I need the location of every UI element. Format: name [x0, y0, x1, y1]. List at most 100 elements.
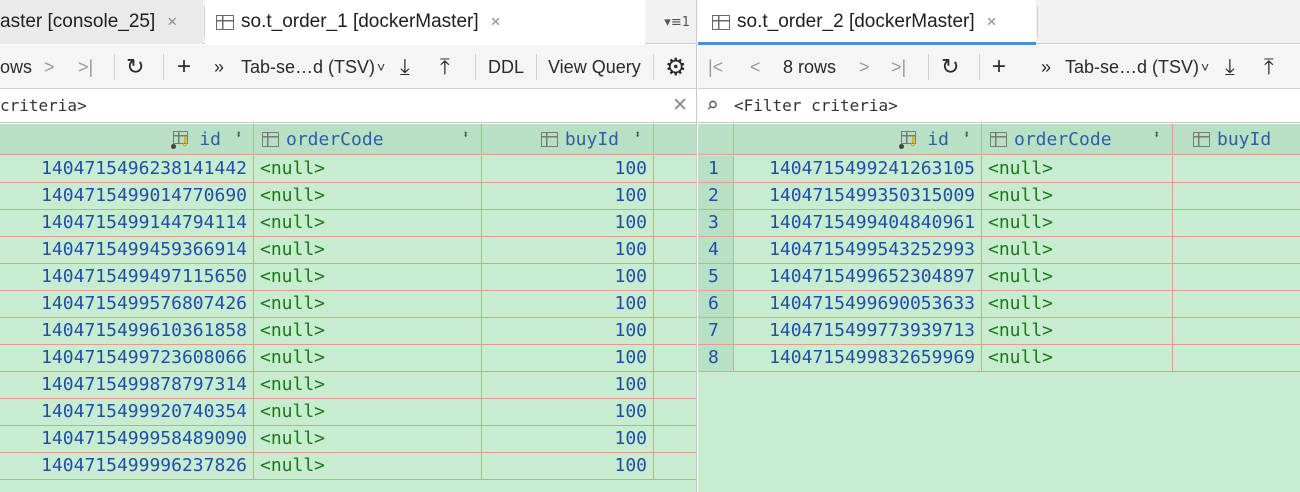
view-query-button[interactable]: View Query	[548, 45, 641, 89]
cell-ordercode[interactable]: <null>	[982, 264, 1173, 290]
cell-ordercode[interactable]: <null>	[254, 237, 482, 263]
table-row[interactable]: 1404715499144794114 <null> 100	[0, 210, 696, 237]
cell-buyid[interactable]: 100	[482, 318, 654, 344]
cell-buyid[interactable]: 100	[482, 453, 654, 479]
cell-buyid[interactable]: 10	[1173, 156, 1300, 182]
table-row[interactable]: 71404715499773939713<null>10	[698, 318, 1300, 345]
download-icon[interactable]: ⤓	[1225, 45, 1235, 89]
table-row[interactable]: 21404715499350315009<null>10	[698, 183, 1300, 210]
cell-id[interactable]: 1404715499832659969	[734, 345, 982, 371]
tab-console[interactable]: aster [console_25] ×	[0, 0, 203, 44]
upload-icon[interactable]: ⤒	[440, 45, 450, 89]
ddl-button[interactable]: DDL	[488, 45, 524, 89]
close-icon[interactable]: ×	[167, 12, 177, 32]
cell-buyid[interactable]: 10	[1173, 291, 1300, 317]
cell-id[interactable]: 1404715499690053633	[734, 291, 982, 317]
cell-buyid[interactable]: 100	[482, 426, 654, 452]
cell-id[interactable]: 1404715499404840961	[734, 210, 982, 236]
more-icon[interactable]: »	[214, 45, 224, 89]
cell-ordercode[interactable]: <null>	[254, 210, 482, 236]
cell-buyid[interactable]: 100	[482, 372, 654, 398]
more-icon[interactable]: »	[1041, 45, 1051, 89]
close-icon[interactable]: ×	[987, 12, 997, 32]
column-header-buyid[interactable]: buyId ⬍	[482, 124, 654, 155]
upload-icon[interactable]: ⤒	[1264, 45, 1274, 89]
table-row[interactable]: 1404715499459366914 <null> 100	[0, 237, 696, 264]
cell-ordercode[interactable]: <null>	[982, 183, 1173, 209]
cell-ordercode[interactable]: <null>	[254, 453, 482, 479]
table-row[interactable]: 81404715499832659969<null>10	[698, 345, 1300, 372]
sort-icon[interactable]: ⬍	[634, 129, 641, 140]
cell-buyid[interactable]: 10	[1173, 318, 1300, 344]
table-row[interactable]: 51404715499652304897<null>10	[698, 264, 1300, 291]
cell-buyid[interactable]: 100	[482, 210, 654, 236]
cell-ordercode[interactable]: <null>	[254, 183, 482, 209]
table-row[interactable]: 41404715499543252993<null>10	[698, 237, 1300, 264]
export-format-select[interactable]: Tab-se…d (TSV) ˅	[241, 45, 385, 89]
row-number[interactable]: 5	[698, 264, 734, 290]
cell-id[interactable]: 1404715499920740354	[0, 399, 254, 425]
filter-criteria-input[interactable]: criteria>	[0, 96, 87, 115]
gear-icon[interactable]: ⚙	[665, 45, 687, 89]
rows-count-label[interactable]: 8 rows	[783, 45, 836, 89]
cell-buyid[interactable]: 100	[482, 156, 654, 182]
table-row[interactable]: 1404715496238141442 <null> 100	[0, 156, 696, 183]
table-row[interactable]: 1404715499723608066 <null> 100	[0, 345, 696, 372]
cell-ordercode[interactable]: <null>	[254, 426, 482, 452]
table-row[interactable]: 1404715499497115650 <null> 100	[0, 264, 696, 291]
refresh-icon[interactable]: ↻	[126, 45, 144, 89]
cell-buyid[interactable]: 100	[482, 399, 654, 425]
cell-buyid[interactable]: 10	[1173, 237, 1300, 263]
cell-ordercode[interactable]: <null>	[254, 156, 482, 182]
cell-ordercode[interactable]: <null>	[254, 264, 482, 290]
last-page-icon[interactable]: >|	[891, 45, 906, 89]
cell-id[interactable]: 1404715499014770690	[0, 183, 254, 209]
table-row[interactable]: 1404715499610361858 <null> 100	[0, 318, 696, 345]
cell-id[interactable]: 1404715499958489090	[0, 426, 254, 452]
cell-ordercode[interactable]: <null>	[254, 372, 482, 398]
clear-filter-icon[interactable]: ✕	[672, 94, 688, 116]
cell-id[interactable]: 1404715499350315009	[734, 183, 982, 209]
cell-buyid[interactable]: 100	[482, 291, 654, 317]
row-number[interactable]: 6	[698, 291, 734, 317]
sort-icon[interactable]: ⬍	[235, 129, 242, 140]
column-header-id[interactable]: ⚷ id ⬍	[0, 124, 254, 155]
cell-id[interactable]: 1404715499459366914	[0, 237, 254, 263]
table-row[interactable]: 1404715499878797314 <null> 100	[0, 372, 696, 399]
table-row[interactable]: 1404715499996237826 <null> 100	[0, 453, 696, 480]
cell-id[interactable]: 1404715499543252993	[734, 237, 982, 263]
cell-id[interactable]: 1404715499144794114	[0, 210, 254, 236]
cell-ordercode[interactable]: <null>	[982, 156, 1173, 182]
cell-buyid[interactable]: 100	[482, 264, 654, 290]
cell-id[interactable]: 1404715499576807426	[0, 291, 254, 317]
table-row[interactable]: 11404715499241263105<null>10	[698, 156, 1300, 183]
cell-id[interactable]: 1404715499652304897	[734, 264, 982, 290]
row-number[interactable]: 1	[698, 156, 734, 182]
close-icon[interactable]: ×	[491, 12, 501, 32]
row-number[interactable]: 3	[698, 210, 734, 236]
cell-ordercode[interactable]: <null>	[982, 318, 1173, 344]
right-filter-bar[interactable]: ⌕ <Filter criteria>	[698, 90, 1300, 123]
cell-id[interactable]: 1404715499723608066	[0, 345, 254, 371]
next-page-icon[interactable]: >	[44, 45, 55, 89]
cell-buyid[interactable]: 10	[1173, 264, 1300, 290]
cell-buyid[interactable]: 10	[1173, 345, 1300, 371]
row-number[interactable]: 8	[698, 345, 734, 371]
left-filter-bar[interactable]: criteria> ✕	[0, 90, 696, 123]
cell-buyid[interactable]: 10	[1173, 210, 1300, 236]
row-number[interactable]: 7	[698, 318, 734, 344]
next-page-icon[interactable]: >	[859, 45, 870, 89]
cell-id[interactable]: 1404715499773939713	[734, 318, 982, 344]
table-row[interactable]: 1404715499920740354 <null> 100	[0, 399, 696, 426]
cell-ordercode[interactable]: <null>	[982, 291, 1173, 317]
tab-t-order-1[interactable]: so.t_order_1 [dockerMaster] ×	[205, 0, 645, 44]
cell-id[interactable]: 1404715499610361858	[0, 318, 254, 344]
cell-buyid[interactable]: 100	[482, 345, 654, 371]
add-row-icon[interactable]: +	[177, 45, 191, 89]
cell-ordercode[interactable]: <null>	[982, 237, 1173, 263]
add-row-icon[interactable]: +	[992, 45, 1006, 89]
column-header-ordercode[interactable]: orderCode ⬍	[982, 124, 1173, 155]
tab-overflow-menu[interactable]: ▾≡1	[664, 0, 690, 44]
row-number[interactable]: 4	[698, 237, 734, 263]
cell-buyid[interactable]: 10	[1173, 183, 1300, 209]
